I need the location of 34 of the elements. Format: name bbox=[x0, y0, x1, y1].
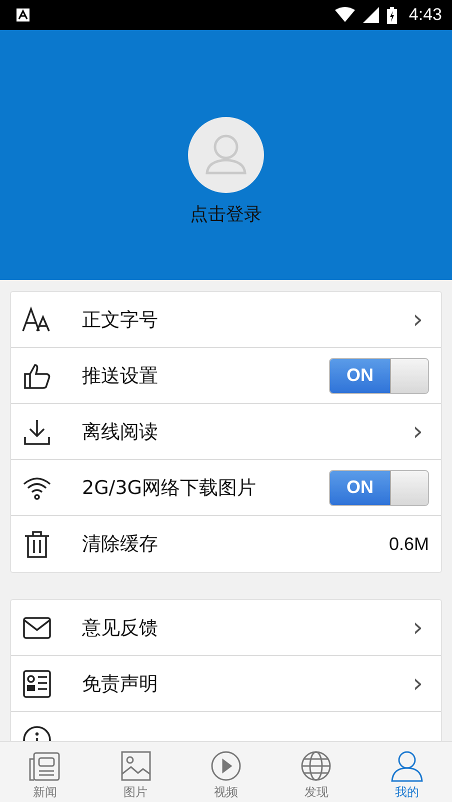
setting-label: 免责声明 bbox=[82, 672, 159, 696]
setting-label: 离线阅读 bbox=[82, 420, 159, 444]
newspaper-icon bbox=[28, 750, 62, 782]
chevron-icon[interactable]: › bbox=[412, 418, 423, 444]
battery-icon bbox=[386, 6, 397, 24]
font-size-icon bbox=[22, 304, 52, 334]
toggle-switch[interactable]: ON bbox=[329, 358, 429, 394]
chevron-icon[interactable]: › bbox=[412, 614, 423, 640]
cache-size: 0.6M bbox=[388, 534, 429, 554]
tab-item[interactable]: 发现 bbox=[271, 742, 362, 802]
signal-icon bbox=[362, 7, 379, 23]
play-icon bbox=[209, 750, 244, 782]
wifi-icon bbox=[334, 7, 355, 23]
tab-item[interactable]: 图片 bbox=[90, 742, 181, 802]
setting-label: 推送设置 bbox=[82, 364, 159, 388]
chevron-icon[interactable]: › bbox=[412, 306, 423, 332]
trash-icon bbox=[22, 529, 52, 559]
tab-item[interactable]: 视频 bbox=[180, 742, 272, 802]
tab-item[interactable]: 我的 bbox=[362, 742, 452, 802]
setting-label: 2G/3G网络下载图片 bbox=[82, 476, 258, 500]
toggle-switch[interactable]: ON bbox=[329, 470, 429, 506]
setting-label: 正文字号 bbox=[82, 308, 159, 332]
globe-icon bbox=[299, 750, 334, 782]
login-link[interactable]: 点击登录 bbox=[184, 201, 268, 227]
avatar-icon[interactable] bbox=[188, 117, 264, 193]
clock-time: 4:43 bbox=[408, 5, 442, 25]
id-card-icon bbox=[22, 668, 52, 698]
tab-item[interactable]: 新闻 bbox=[0, 742, 90, 802]
chevron-icon[interactable]: › bbox=[412, 670, 423, 696]
setting-label: 清除缓存 bbox=[82, 532, 159, 557]
setting-label: 意见反馈 bbox=[82, 616, 159, 640]
notification-icon bbox=[16, 8, 30, 22]
image-icon bbox=[118, 750, 153, 782]
person-icon bbox=[390, 750, 424, 782]
